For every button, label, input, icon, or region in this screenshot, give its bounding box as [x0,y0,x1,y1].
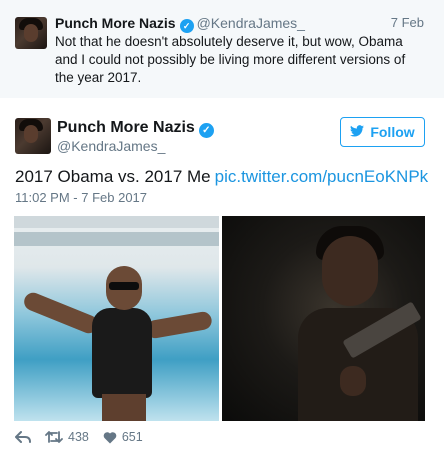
follow-button[interactable]: Follow [340,117,425,147]
tweet-actions: 438 651 [15,430,157,444]
parent-tweet-text: Not that he doesn't absolutely deserve i… [55,34,406,85]
twitter-bird-icon [350,124,365,140]
verified-badge-icon: ✓ [179,19,194,33]
heart-icon [103,431,117,444]
author-display-name[interactable]: Punch More Nazis [57,119,195,136]
author-name-row: Punch More Nazis ✓ [57,119,214,138]
author-avatar[interactable] [15,118,51,154]
parent-handle[interactable]: @KendraJames_ [197,15,305,31]
retweet-icon [45,430,63,444]
tweet-media-link[interactable]: pic.twitter.com/pucnEoKNPk [215,167,429,186]
tweet-body: 2017 Obama vs. 2017 Me [15,167,211,186]
retweet-button[interactable]: 438 [45,430,89,444]
parent-header: Punch More Nazis ✓ @KendraJames_ [55,15,305,33]
parent-display-name[interactable]: Punch More Nazis [55,15,176,31]
verified-badge-icon: ✓ [198,123,214,138]
tweet-text: 2017 Obama vs. 2017 Me pic.twitter.com/pu… [15,167,428,187]
parent-tweet[interactable]: Punch More Nazis ✓ @KendraJames_ 7 Feb Not… [0,0,444,98]
parent-date[interactable]: 7 Feb [391,15,424,30]
tweet-photo-right[interactable] [222,216,425,421]
reply-icon [15,430,31,444]
follow-label: Follow [370,124,415,140]
retweet-count: 438 [68,430,89,444]
reply-button[interactable] [15,430,31,444]
tweet-timestamp[interactable]: 11:02 PM - 7 Feb 2017 [15,190,147,205]
like-button[interactable]: 651 [103,430,143,444]
parent-avatar[interactable] [15,17,47,49]
author-handle[interactable]: @KendraJames_ [57,138,165,154]
like-count: 651 [121,430,143,444]
tweet-photo-left[interactable] [14,216,219,421]
